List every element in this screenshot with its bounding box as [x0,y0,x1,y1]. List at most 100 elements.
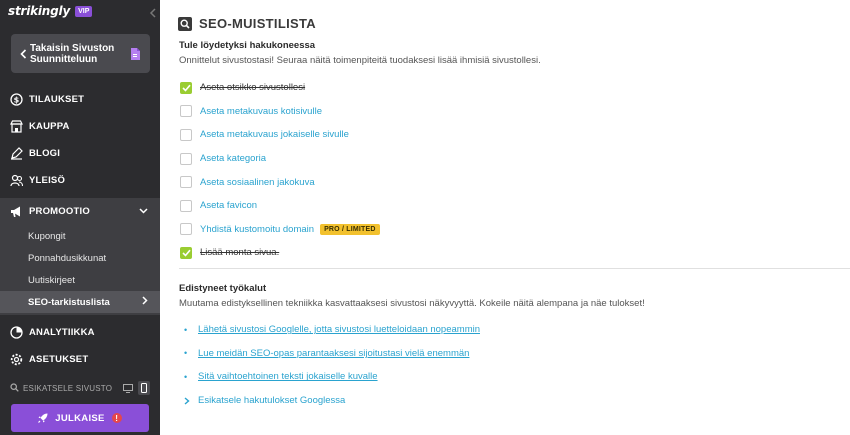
checkbox[interactable] [180,105,192,118]
bullet: • [184,371,188,382]
desktop-preview-icon[interactable] [122,381,134,395]
checklist-link[interactable]: Aseta sosiaalinen jakokuva [200,177,315,188]
sidebar-item-label: YLEISÖ [29,175,66,186]
brand[interactable]: strikingly VIP [8,3,93,19]
checklist-item[interactable]: Lisää monta sivua. [180,241,380,265]
sidebar: strikingly VIP Takaisin Sivuston Suunnit… [0,0,160,435]
checkbox[interactable] [180,152,192,165]
rocket-icon [38,413,48,423]
section-title-advanced-tools: Edistyneet työkalut [179,283,267,294]
checklist-item[interactable]: Aseta sosiaalinen jakokuva [180,170,380,194]
checklist-label: Aseta otsikko sivustollesi [200,82,306,94]
sidebar-nav: $ TILAUKSET KAUPPA BLOGI YLEISÖ PROMOOTI… [0,86,160,373]
megaphone-icon [10,205,23,218]
gear-icon [10,353,23,366]
checklist-link[interactable]: Aseta metakuvaus jokaiselle sivulle [200,129,349,140]
back-label-line2: Suunnitteluun [30,53,98,65]
publish-label: JULKAISE [55,412,105,424]
bullet: • [184,348,188,359]
sidebar-item-shop[interactable]: KAUPPA [0,113,160,140]
checklist-link[interactable]: Aseta favicon [200,200,257,211]
checklist-link[interactable]: Aseta metakuvaus kotisivulle [200,106,322,117]
google-preview-toggle[interactable]: Esikatsele hakutulokset Googlessa [184,389,480,413]
checklist-label: Lisää monta sivua. [200,247,280,259]
brand-logo: strikingly [8,4,71,18]
checklist-item[interactable]: Aseta otsikko sivustollesi [180,76,380,100]
submenu-item-coupons[interactable]: Kupongit [0,225,160,247]
section-desc-advanced-tools: Muutama edistyksellinen tekniikka kasvat… [179,298,645,309]
page-edit-icon [128,47,142,60]
link-seo-guide[interactable]: Lue meidän SEO-opas parantaaksesi sijoit… [198,348,469,359]
list-item: • Lähetä sivustosi Googlelle, jotta sivu… [184,318,480,342]
section-desc-get-found: Onnittelut sivustostasi! Seuraa näitä to… [179,55,541,66]
checkbox[interactable] [180,176,192,189]
collapse-sidebar-icon[interactable] [149,5,157,18]
users-icon [10,174,23,187]
promotion-submenu: Kupongit Ponnahdusikkunat Uutiskirjeet S… [0,225,160,315]
sidebar-item-label: ASETUKSET [29,354,89,365]
publish-button[interactable]: JULKAISE ! [11,404,149,432]
submenu-label: SEO-tarkistuslista [28,296,110,308]
section-title-get-found: Tule löydetyksi hakukoneessa [179,40,316,51]
preview-site-label[interactable]: ESIKATSELE SIVUSTO [23,384,118,393]
submenu-label: Uutiskirjeet [28,274,75,286]
checkbox-checked[interactable] [180,246,192,259]
sidebar-item-label: PROMOOTIO [29,206,90,217]
back-label-line1: Takaisin Sivuston [30,42,115,54]
pro-limited-badge: PRO / LIMITED [320,223,380,235]
sidebar-item-label: ANALYTIIKKA [29,327,95,338]
chevron-left-icon [16,48,30,59]
seo-magnifier-icon [178,16,192,31]
checklist-item[interactable]: Aseta kategoria [180,147,380,171]
store-icon [10,120,23,133]
checklist-item[interactable]: Aseta favicon [180,194,380,218]
link-submit-to-google[interactable]: Lähetä sivustosi Googlelle, jotta sivust… [198,324,480,335]
checklist-link[interactable]: Aseta kategoria [200,153,266,164]
sidebar-item-label: BLOGI [29,148,61,159]
vip-badge: VIP [75,5,93,17]
chevron-down-icon [139,206,148,217]
submenu-item-seo-checklist[interactable]: SEO-tarkistuslista [0,291,160,313]
main-content: SEO-MUISTILISTA Tule löydetyksi hakukone… [160,0,850,435]
list-item: • Lue meidän SEO-opas parantaaksesi sijo… [184,342,480,366]
submenu-label: Ponnahdusikkunat [28,252,107,264]
sidebar-item-blog[interactable]: BLOGI [0,140,160,167]
checklist-item[interactable]: Yhdistä kustomoitu domain PRO / LIMITED [180,218,380,242]
page-header: SEO-MUISTILISTA [178,16,316,31]
link-alt-text[interactable]: Sitä vaihtoehtoinen teksti jokaiselle ku… [198,371,378,382]
submenu-item-newsletters[interactable]: Uutiskirjeet [0,269,160,291]
sidebar-item-label: TILAUKSET [29,94,85,105]
page-title: SEO-MUISTILISTA [199,16,316,31]
sidebar-item-audience[interactable]: YLEISÖ [0,167,160,194]
checklist-item[interactable]: Aseta metakuvaus jokaiselle sivulle [180,123,380,147]
submenu-label: Kupongit [28,230,66,242]
mobile-preview-icon[interactable] [138,381,150,395]
checkbox[interactable] [180,128,192,141]
preview-site-row: ESIKATSELE SIVUSTO [10,381,150,395]
seo-checklist: Aseta otsikko sivustollesi Aseta metakuv… [180,76,380,265]
warning-icon: ! [111,413,122,423]
dollar-icon: $ [10,93,23,106]
submenu-item-popups[interactable]: Ponnahdusikkunat [0,247,160,269]
sidebar-item-orders[interactable]: $ TILAUKSET [0,86,160,113]
sidebar-item-settings[interactable]: ASETUKSET [0,346,160,373]
checkbox-checked[interactable] [180,81,192,94]
svg-text:$: $ [14,95,20,104]
pie-chart-icon [10,326,23,339]
google-preview-label: Esikatsele hakutulokset Googlessa [198,395,346,407]
search-icon [10,379,19,397]
back-to-editor-button[interactable]: Takaisin Sivuston Suunnitteluun [11,34,150,73]
checklist-item[interactable]: Aseta metakuvaus kotisivulle [180,100,380,124]
advanced-links-list: • Lähetä sivustosi Googlelle, jotta sivu… [184,318,480,412]
chevron-right-icon [184,397,190,405]
sidebar-item-analytics[interactable]: ANALYTIIKKA [0,319,160,346]
back-to-editor-label: Takaisin Sivuston Suunnitteluun [30,43,128,65]
list-item: • Sitä vaihtoehtoinen teksti jokaiselle … [184,365,480,389]
sidebar-item-label: KAUPPA [29,121,70,132]
checkbox[interactable] [180,199,192,212]
bullet: • [184,324,188,335]
checklist-link[interactable]: Yhdistä kustomoitu domain [200,224,314,235]
chevron-right-icon [142,296,148,308]
sidebar-item-promotion[interactable]: PROMOOTIO [0,198,160,225]
checkbox[interactable] [180,223,192,236]
